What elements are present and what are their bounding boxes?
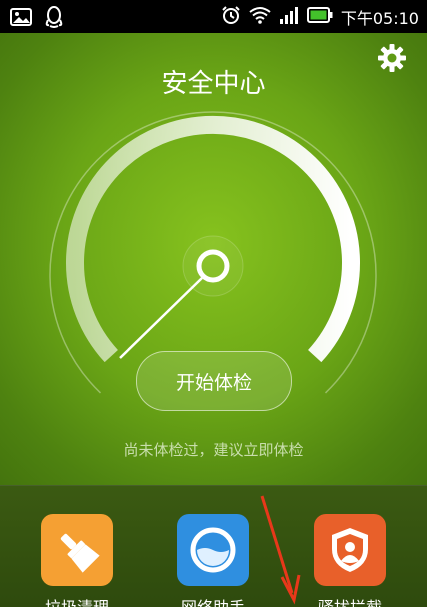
checkup-hint: 尚未体检过，建议立即体检 [123,441,304,459]
tool-label: 网络助手 [158,594,268,607]
status-bar: 下午05:10 [0,0,427,33]
security-center-screen: 安全中心 开始体检 尚未体检过，建议立即体检 [0,33,427,607]
battery-icon [306,7,333,27]
tool-label: 骚扰拦截 [295,594,405,607]
status-bar-right: 下午05:10 [221,5,419,29]
shield-user-icon [314,514,386,586]
screen: 下午05:10 安全中心 开始体检 尚未体检过，建议立即体检 [0,0,427,607]
tool-network-assistant[interactable]: 网络助手 [158,514,268,607]
tool-junk-cleanup[interactable]: 垃圾清理 [22,514,132,607]
signal-icon [279,6,299,28]
alarm-icon [221,5,241,29]
qq-notification-icon [44,6,64,32]
tools-bar: 垃圾清理 网络助手 [0,485,427,607]
start-checkup-button[interactable]: 开始体检 [136,351,292,411]
gauge-needle [119,277,203,359]
status-bar-left [10,6,64,32]
tool-harassment-block[interactable]: 骚扰拦截 [295,514,405,607]
health-gauge [49,111,377,394]
gallery-notification-icon [10,8,32,30]
wifi-icon [249,6,271,28]
network-icon [177,514,249,586]
tool-label: 垃圾清理 [22,594,132,607]
broom-icon [41,514,113,586]
status-time: 下午05:10 [340,9,419,28]
